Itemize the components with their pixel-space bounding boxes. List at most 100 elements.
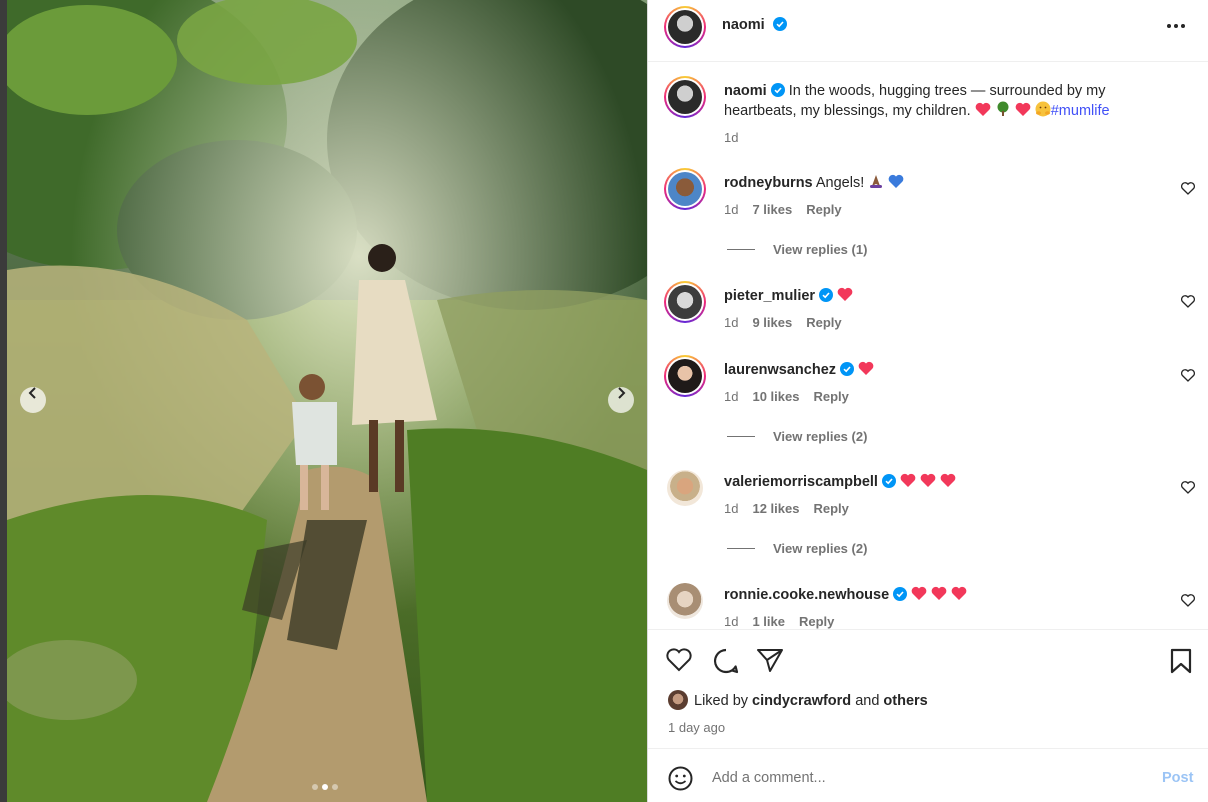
like-comment-heart-icon[interactable] <box>1181 594 1195 607</box>
heart-emoji-icon <box>911 586 927 600</box>
comment-text: Angels! <box>815 175 865 191</box>
comment-bubble-icon[interactable] <box>712 647 740 675</box>
view-replies-line <box>727 548 755 549</box>
liker-avatar[interactable] <box>668 690 688 710</box>
heart-emoji-icon <box>951 586 967 600</box>
post-photo <box>7 0 647 802</box>
comment-likes[interactable]: 10 likes <box>752 389 799 404</box>
reply-button[interactable]: Reply <box>799 614 834 629</box>
commenter-avatar[interactable] <box>668 285 702 319</box>
likes-prefix: Liked by <box>694 693 749 709</box>
carousel-indicator <box>312 784 338 790</box>
caption-avatar[interactable] <box>668 80 702 114</box>
view-replies-button[interactable]: View replies (2) <box>727 541 867 556</box>
carousel-dot <box>312 784 318 790</box>
reply-button[interactable]: Reply <box>813 501 848 516</box>
likes-summary: Liked by cindycrawford and others <box>694 693 928 709</box>
verified-badge-icon <box>772 17 787 31</box>
emoji-picker-icon[interactable] <box>668 766 693 791</box>
comment-text-block: ronnie.cooke.newhouse <box>724 585 1154 605</box>
story-ring[interactable] <box>664 6 706 48</box>
verified-badge-icon <box>881 474 896 488</box>
likes-others-link[interactable]: others <box>883 693 927 709</box>
caption-age: 1d <box>724 130 739 145</box>
liker-username[interactable]: cindycrawford <box>752 693 851 709</box>
comment-input[interactable]: Add a comment... <box>712 770 826 786</box>
comment-username[interactable]: valeriemorriscampbell <box>724 474 878 490</box>
reply-button[interactable]: Reply <box>806 315 841 330</box>
view-replies-line <box>727 249 755 250</box>
heart-emoji-icon <box>931 586 947 600</box>
comment-username[interactable]: laurenwsanchez <box>724 362 836 378</box>
comment-text-block: laurenwsanchez <box>724 360 1154 380</box>
author-name-row: naomi <box>722 17 787 33</box>
more-options-button[interactable] <box>1167 24 1185 28</box>
story-ring[interactable] <box>664 355 706 397</box>
more-dot-icon <box>1174 24 1178 28</box>
caption-text-block: naomi In the woods, hugging trees — surr… <box>724 81 1154 121</box>
save-bookmark-icon[interactable] <box>1170 648 1192 674</box>
story-ring[interactable] <box>664 168 706 210</box>
commenter-avatar[interactable] <box>668 172 702 206</box>
post-time-ago: 1 day ago <box>668 720 726 735</box>
comment-username[interactable]: ronnie.cooke.newhouse <box>724 587 889 603</box>
commenter-avatar[interactable] <box>668 359 702 393</box>
caption-text-line1: In the woods, hugging trees — surrounded… <box>788 83 1106 99</box>
heart-emoji-icon <box>837 287 853 301</box>
view-replies-button[interactable]: View replies (1) <box>727 242 867 257</box>
comment-likes[interactable]: 1 like <box>752 614 785 629</box>
comment-composer: Add a comment... Post <box>648 748 1208 802</box>
comment-text-block: pieter_mulier <box>724 286 1154 306</box>
commenter-avatar[interactable] <box>667 583 703 619</box>
likes-joiner: and <box>855 693 880 709</box>
post-detail-panel: naomi naomi In the woods, hugging trees … <box>647 0 1208 802</box>
hugging-face-emoji-icon <box>1035 101 1051 117</box>
more-dot-icon <box>1181 24 1185 28</box>
author-avatar[interactable] <box>668 10 702 44</box>
like-comment-heart-icon[interactable] <box>1181 481 1195 494</box>
comment-meta: 1d 7 likes Reply <box>724 202 842 217</box>
comment-age: 1d <box>724 389 739 404</box>
like-comment-heart-icon[interactable] <box>1181 182 1195 195</box>
verified-badge-icon <box>840 362 855 376</box>
author-username[interactable]: naomi <box>722 17 765 33</box>
view-replies-button[interactable]: View replies (2) <box>727 429 867 444</box>
post-comment-button[interactable]: Post <box>1162 770 1193 786</box>
heart-emoji-icon <box>900 473 916 487</box>
heart-emoji-icon <box>975 102 990 116</box>
comment-meta: 1d 1 like Reply <box>724 614 834 629</box>
carousel-dot-active <box>322 784 328 790</box>
story-ring[interactable] <box>664 281 706 323</box>
comment-likes[interactable]: 9 likes <box>752 315 792 330</box>
next-image-button[interactable] <box>608 387 634 413</box>
like-comment-heart-icon[interactable] <box>1181 369 1195 382</box>
share-send-icon[interactable] <box>756 647 784 673</box>
comment-likes[interactable]: 7 likes <box>752 202 792 217</box>
reply-button[interactable]: Reply <box>813 389 848 404</box>
caption-username[interactable]: naomi <box>724 83 767 99</box>
chevron-left-icon <box>28 387 36 399</box>
blue-heart-emoji-icon <box>888 174 904 188</box>
story-ring[interactable] <box>664 76 706 118</box>
post-header: naomi <box>648 0 1208 62</box>
comment-meta: 1d 9 likes Reply <box>724 315 842 330</box>
tree-emoji-icon <box>997 101 1009 116</box>
comment-meta: 1d 10 likes Reply <box>724 389 849 404</box>
commenter-avatar[interactable] <box>667 470 703 506</box>
comment-username[interactable]: pieter_mulier <box>724 288 815 304</box>
comment-text-block: rodneyburns Angels! <box>724 173 1154 193</box>
like-comment-heart-icon[interactable] <box>1181 295 1195 308</box>
view-replies-label: View replies (1) <box>773 242 868 257</box>
caption-text-line2: heartbeats, my blessings, my children. <box>724 103 971 119</box>
previous-image-button[interactable] <box>20 387 46 413</box>
media-edge <box>0 0 7 802</box>
like-heart-icon[interactable] <box>666 648 692 672</box>
verified-badge-icon <box>893 587 908 601</box>
comment-age: 1d <box>724 202 739 217</box>
comment-username[interactable]: rodneyburns <box>724 175 813 191</box>
chevron-right-icon <box>618 387 626 399</box>
post-media <box>0 0 647 802</box>
hashtag-link[interactable]: #mumlife <box>1051 103 1110 119</box>
reply-button[interactable]: Reply <box>806 202 841 217</box>
comment-likes[interactable]: 12 likes <box>752 501 799 516</box>
